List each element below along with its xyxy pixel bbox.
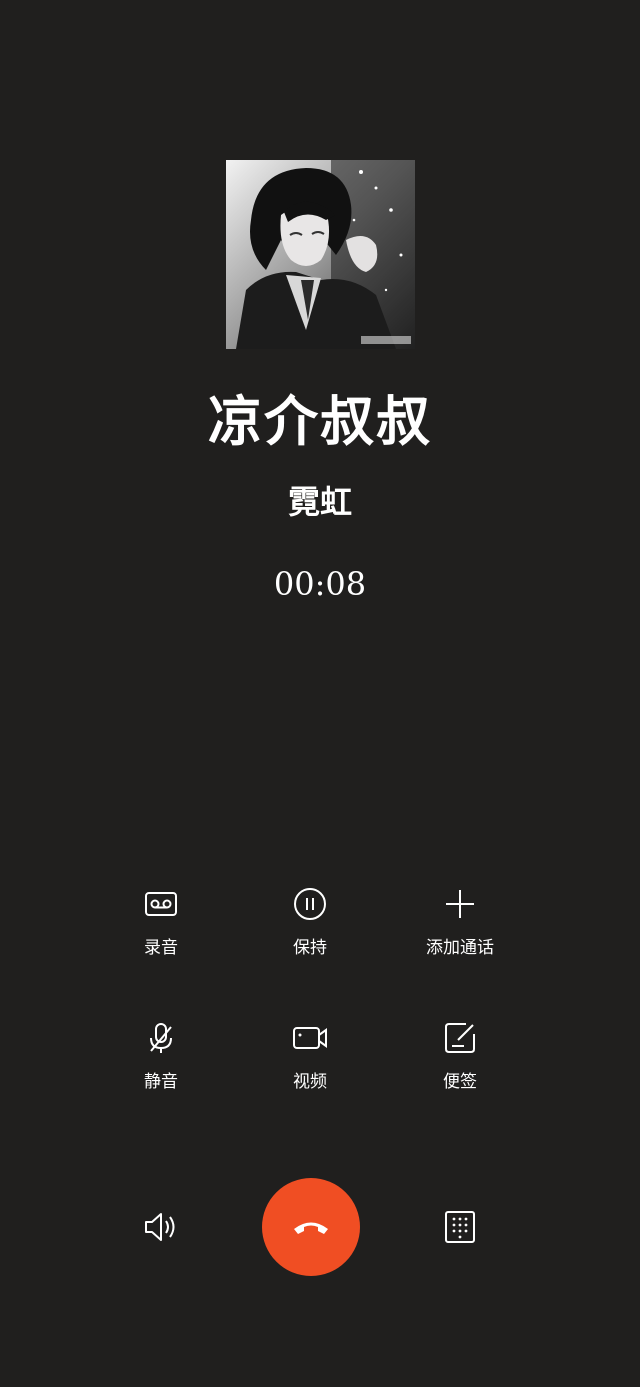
note-edit-icon <box>440 1018 480 1058</box>
speaker-icon <box>139 1213 183 1253</box>
caller-location: 霓虹 <box>287 483 352 521</box>
video-label: 视频 <box>293 1072 327 1092</box>
pause-circle-icon <box>290 884 330 924</box>
add-call-button[interactable]: 添加通话 <box>395 884 525 984</box>
plus-icon <box>440 884 480 924</box>
notes-button[interactable]: 便签 <box>395 1018 525 1118</box>
caller-avatar <box>226 160 415 349</box>
add-call-label: 添加通话 <box>426 938 494 958</box>
end-call-button[interactable] <box>262 1178 360 1276</box>
video-button[interactable]: 视频 <box>245 1018 375 1118</box>
notes-label: 便签 <box>443 1072 477 1092</box>
cassette-icon <box>141 884 181 924</box>
record-button[interactable]: 录音 <box>96 884 226 984</box>
caller-name: 凉介叔叔 <box>208 389 432 453</box>
hold-button[interactable]: 保持 <box>245 884 375 984</box>
keypad-button[interactable] <box>438 1205 482 1249</box>
mute-label: 静音 <box>144 1072 178 1092</box>
mic-off-icon <box>141 1018 181 1058</box>
in-call-screen: 凉介叔叔 霓虹 00:08 录音 保持 添加通话 静音 视频 便签 <box>0 0 640 1387</box>
speaker-button[interactable] <box>139 1205 183 1249</box>
video-camera-icon <box>290 1018 330 1058</box>
keypad-icon <box>438 1211 482 1253</box>
mute-button[interactable]: 静音 <box>96 1018 226 1118</box>
record-label: 录音 <box>144 938 178 958</box>
hold-label: 保持 <box>293 938 327 958</box>
call-duration-timer: 00:08 <box>273 565 367 603</box>
